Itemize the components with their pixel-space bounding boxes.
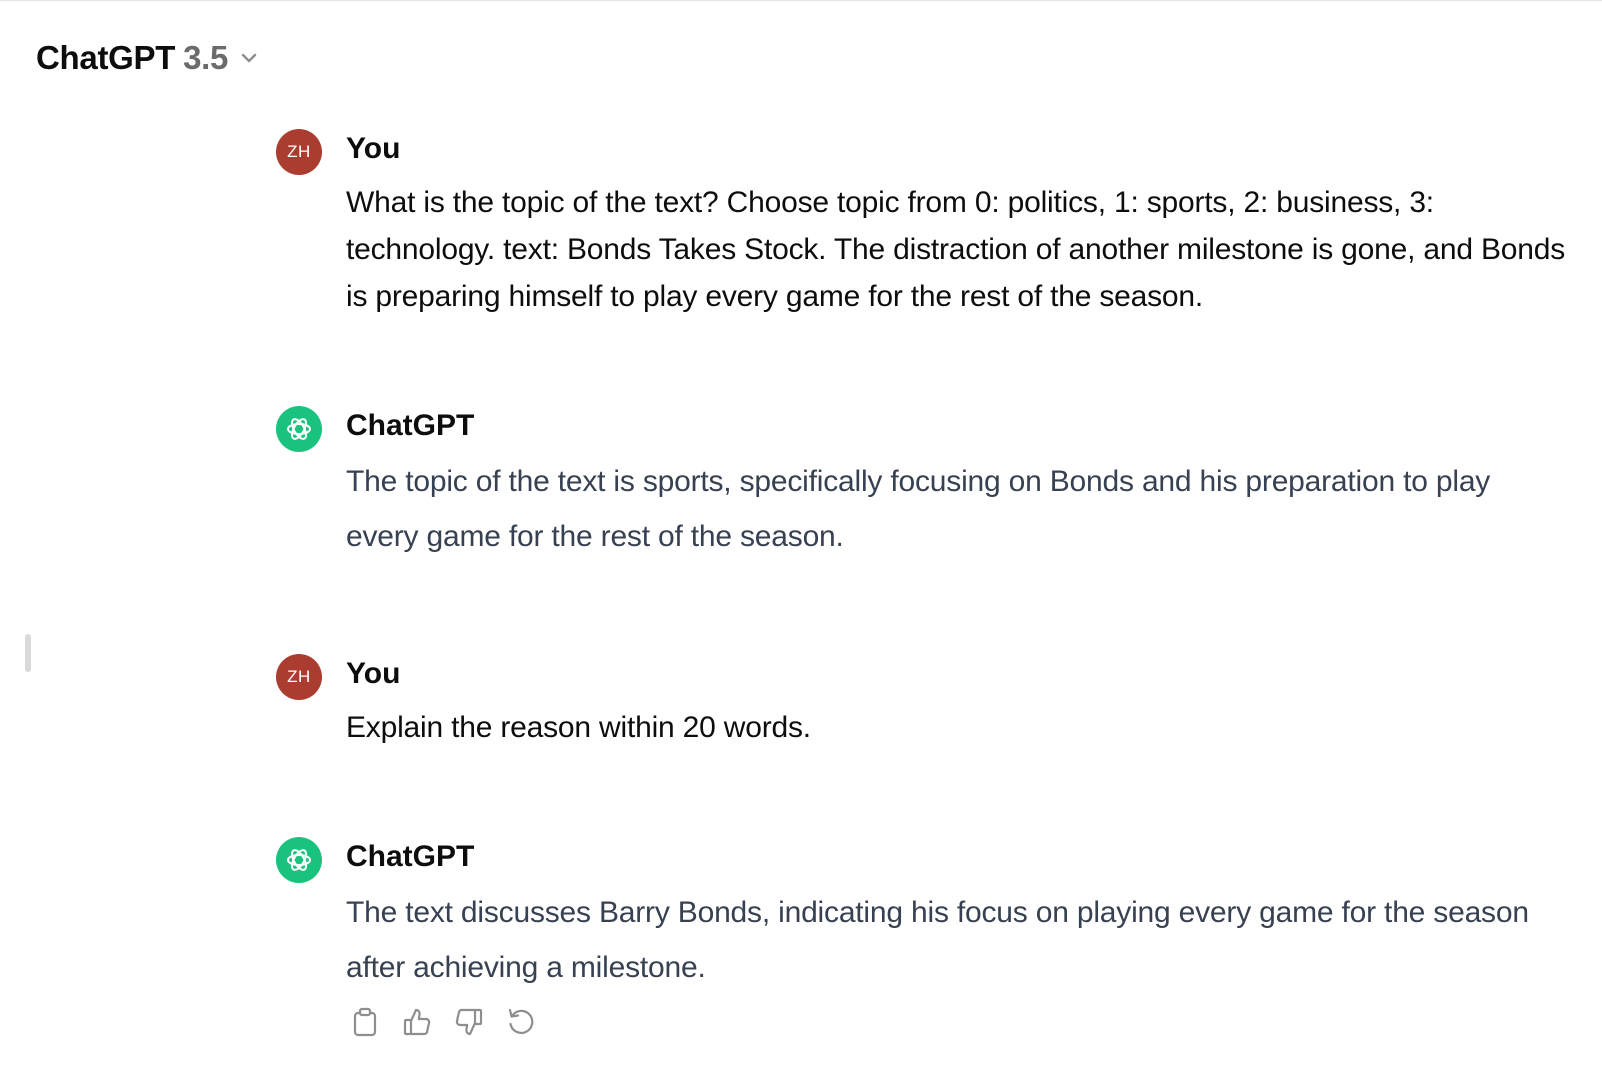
model-name: ChatGPT: [36, 39, 176, 76]
openai-logo-icon: [276, 406, 322, 452]
top-divider: [0, 0, 1602, 1]
message-author: You: [346, 132, 401, 165]
message-author: ChatGPT: [346, 840, 475, 873]
chevron-down-icon: [240, 52, 258, 64]
message-assistant: ChatGPT The text discusses Barry Bonds, …: [276, 837, 1566, 997]
message-actions: [346, 1006, 540, 1042]
message-user: ZH You Explain the reason within 20 word…: [276, 654, 1566, 754]
clipboard-icon: [351, 1007, 379, 1042]
thumbs-down-icon: [454, 1007, 484, 1042]
thumbs-up-icon: [402, 1007, 432, 1042]
message-assistant: ChatGPT The topic of the text is sports,…: [276, 406, 1566, 566]
message-text: The text discusses Barry Bonds, indicati…: [346, 896, 1529, 984]
sidebar-resize-handle[interactable]: [25, 634, 31, 672]
openai-logo-icon: [276, 837, 322, 883]
message-text: Explain the reason within 20 words.: [346, 711, 811, 744]
good-response-button[interactable]: [398, 1006, 436, 1042]
bad-response-button[interactable]: [450, 1006, 488, 1042]
message-user: ZH You What is the topic of the text? Ch…: [276, 129, 1566, 319]
copy-button[interactable]: [346, 1006, 384, 1042]
model-selector[interactable]: ChatGPT 3.5: [36, 36, 258, 80]
user-avatar: ZH: [276, 654, 322, 700]
regenerate-button[interactable]: [502, 1006, 540, 1042]
message-author: ChatGPT: [346, 409, 475, 442]
message-author: You: [346, 657, 401, 690]
message-text: What is the topic of the text? Choose to…: [346, 186, 1566, 313]
model-version: 3.5: [183, 39, 229, 76]
regenerate-icon: [506, 1007, 536, 1042]
message-text: The topic of the text is sports, specifi…: [346, 465, 1491, 553]
user-avatar: ZH: [276, 129, 322, 175]
